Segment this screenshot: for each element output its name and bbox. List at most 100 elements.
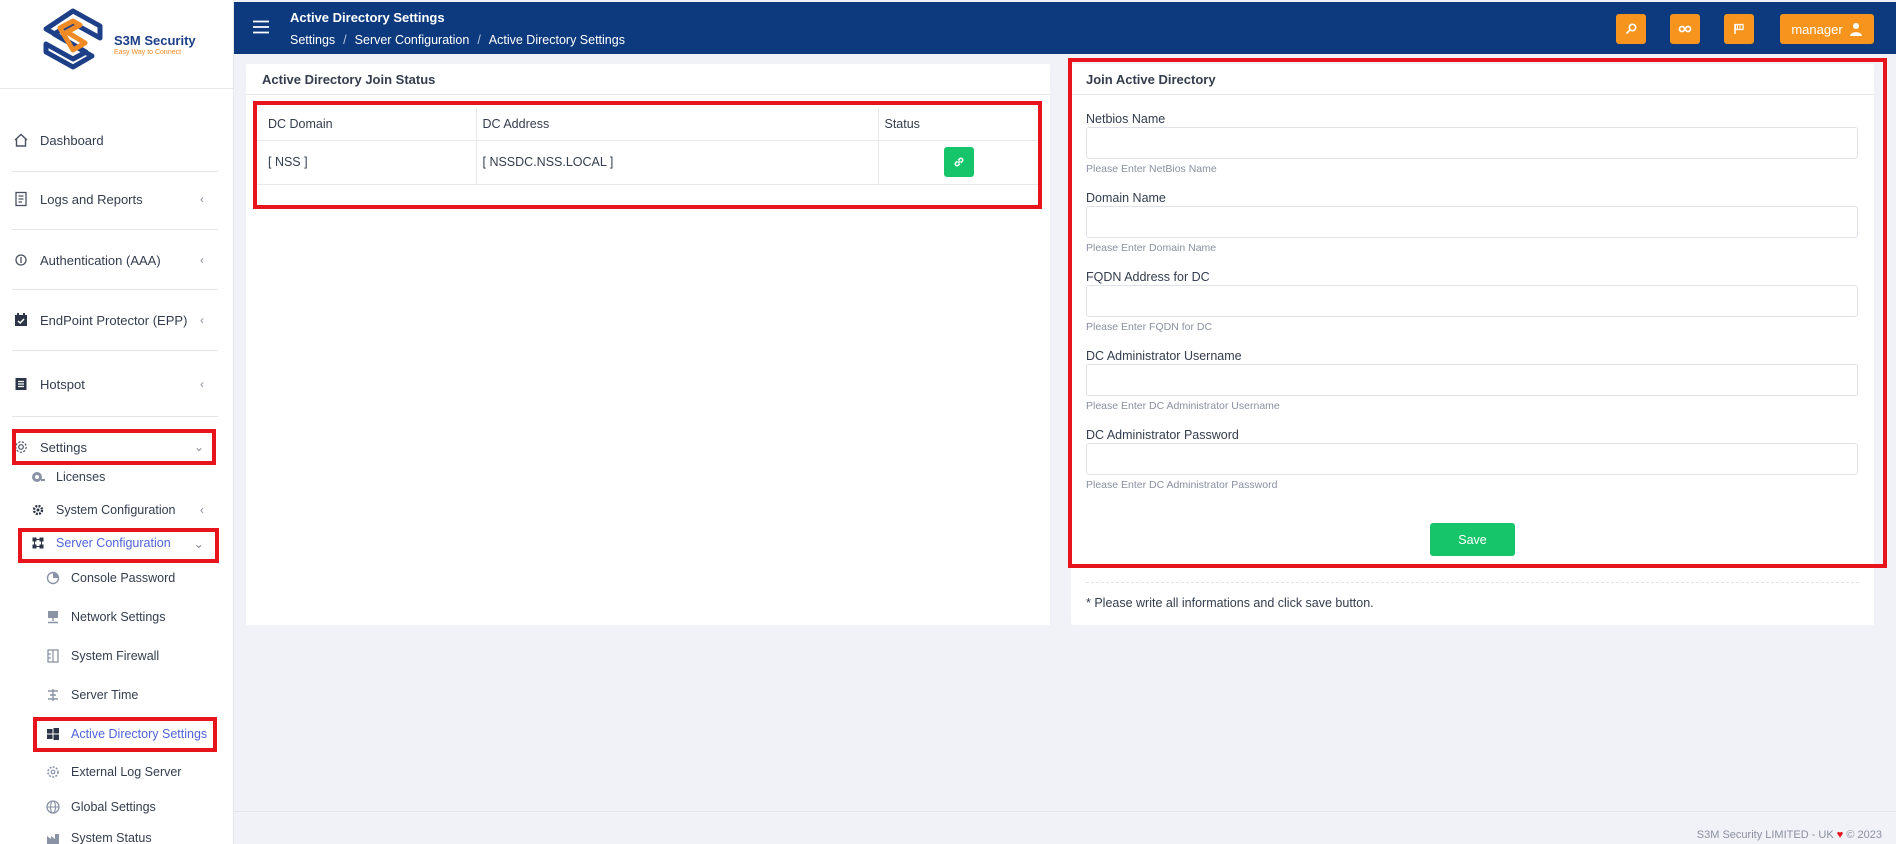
- infinity-icon: [1678, 25, 1692, 33]
- server-config-icon: [30, 535, 46, 551]
- breadcrumb: Settings / Server Configuration / Active…: [290, 33, 625, 47]
- page-title: Active Directory Settings: [290, 10, 445, 25]
- sidebar-item-network-settings[interactable]: Network Settings: [45, 609, 165, 625]
- search-button[interactable]: [1616, 14, 1646, 44]
- windows-icon: [45, 726, 61, 742]
- user-icon: [1849, 23, 1862, 36]
- username: manager: [1791, 21, 1843, 37]
- save-button[interactable]: Save: [1430, 523, 1515, 556]
- divider: [1071, 94, 1874, 95]
- sidebar-item-console-password[interactable]: Console Password: [45, 570, 175, 586]
- log-server-icon: [45, 764, 61, 780]
- netbios-name-input[interactable]: [1086, 127, 1858, 159]
- breadcrumb-separator: /: [343, 33, 347, 47]
- flag-icon: [1734, 23, 1744, 34]
- sidebar-item-label: Global Settings: [71, 800, 156, 814]
- user-menu-button[interactable]: manager: [1780, 14, 1874, 44]
- link-status-button[interactable]: [1670, 14, 1700, 44]
- chevron-left-icon: ‹: [200, 313, 204, 327]
- column-header: DC Domain: [256, 108, 477, 140]
- globe-icon: [45, 799, 61, 815]
- sidebar-item-label: Dashboard: [40, 132, 104, 148]
- sidebar-item-authentication[interactable]: Authentication (AAA) ‹: [12, 251, 218, 269]
- sidebar-item-label: Server Configuration: [56, 536, 171, 550]
- dc-admin-password-help: Please Enter DC Administrator Password: [1086, 479, 1278, 491]
- dc-admin-password-label: DC Administrator Password: [1086, 428, 1239, 442]
- license-icon: [30, 469, 46, 485]
- sidebar-item-label: System Firewall: [71, 649, 160, 663]
- fqdn-input[interactable]: [1086, 285, 1858, 317]
- divider: [12, 289, 218, 290]
- flag-button[interactable]: [1724, 14, 1754, 44]
- sidebar-item-logs-and-reports[interactable]: Logs and Reports ‹: [12, 190, 218, 208]
- chevron-left-icon: ‹: [200, 192, 204, 206]
- sidebar-item-system-status[interactable]: System Status: [45, 830, 152, 844]
- link-icon: [954, 157, 964, 167]
- sidebar-item-label: Settings: [40, 439, 87, 455]
- brand-name: S3M Security: [114, 32, 196, 48]
- dc-admin-password-input[interactable]: [1086, 443, 1858, 475]
- logo[interactable]: S3M Security Easy Way to Connect: [0, 0, 233, 89]
- sidebar-item-licenses[interactable]: Licenses: [30, 469, 105, 485]
- sidebar-item-server-time[interactable]: Server Time: [45, 687, 138, 703]
- top-header: Active Directory Settings Settings / Ser…: [234, 2, 1896, 54]
- chevron-down-icon: ⌄: [193, 440, 204, 454]
- system-config-icon: [30, 502, 46, 518]
- fqdn-help: Please Enter FQDN for DC: [1086, 321, 1213, 333]
- divider: [12, 350, 218, 351]
- netbios-name-help: Please Enter NetBios Name: [1086, 163, 1217, 175]
- chevron-left-icon: ‹: [200, 253, 204, 267]
- sidebar-item-endpoint-protector[interactable]: EndPoint Protector (EPP) ‹: [12, 311, 218, 329]
- join-status-card: Active Directory Join Status DC Domain D…: [246, 64, 1050, 625]
- calendar-check-icon: [12, 311, 30, 329]
- column-header: Status: [884, 116, 920, 131]
- table-row: [ NSS ] [ NSSDC.NSS.LOCAL ]: [256, 140, 1040, 184]
- sidebar-item-label: External Log Server: [71, 765, 182, 779]
- sidebar-item-server-configuration[interactable]: Server Configuration ⌄: [30, 535, 218, 551]
- column-header: DC Address: [476, 108, 879, 140]
- sidebar-item-label: System Configuration: [56, 503, 176, 517]
- search-icon: [1625, 23, 1637, 35]
- system-status-icon: [45, 830, 61, 844]
- sidebar-item-global-settings[interactable]: Global Settings: [45, 799, 156, 815]
- sidebar-item-label: Authentication (AAA): [40, 252, 161, 268]
- sidebar-item-system-firewall[interactable]: System Firewall: [45, 648, 159, 664]
- breadcrumb-separator: /: [477, 33, 481, 47]
- breadcrumb-item[interactable]: Server Configuration: [355, 33, 470, 47]
- dc-admin-username-help: Please Enter DC Administrator Username: [1086, 400, 1280, 412]
- sidebar-item-label: Logs and Reports: [40, 191, 143, 207]
- divider: [12, 229, 218, 230]
- join-status-title: Active Directory Join Status: [262, 72, 436, 87]
- heart-icon: ♥: [1836, 829, 1844, 841]
- form-note: * Please write all informations and clic…: [1086, 596, 1374, 610]
- sidebar-item-settings[interactable]: Settings ⌄: [12, 438, 218, 456]
- home-icon: [12, 131, 30, 149]
- hamburger-menu-icon[interactable]: [252, 20, 270, 39]
- join-status-button[interactable]: [944, 147, 975, 177]
- sidebar-item-active-directory-settings[interactable]: Active Directory Settings: [45, 726, 207, 742]
- dc-domain-cell: [ NSS ]: [256, 140, 477, 184]
- server-time-icon: [45, 687, 61, 703]
- sidebar-item-hotspot[interactable]: Hotspot ‹: [12, 375, 218, 393]
- domain-name-input[interactable]: [1086, 206, 1858, 238]
- dc-admin-username-input[interactable]: [1086, 364, 1858, 396]
- sidebar-item-label: Licenses: [56, 470, 106, 484]
- console-password-icon: [45, 570, 61, 586]
- sidebar-item-external-log-server[interactable]: External Log Server: [45, 764, 181, 780]
- sidebar-item-label: Console Password: [71, 571, 176, 585]
- status-cell: [878, 140, 1040, 184]
- sidebar-item-dashboard[interactable]: Dashboard: [12, 131, 218, 149]
- network-icon: [45, 609, 61, 625]
- auth-icon: [12, 251, 30, 269]
- footer-text: S3M Security LIMITED - UK ♥ © 2023: [1697, 829, 1882, 841]
- breadcrumb-item[interactable]: Settings: [290, 33, 335, 47]
- list-icon: [12, 375, 30, 393]
- chevron-left-icon: ‹: [199, 503, 204, 517]
- sidebar-item-system-configuration[interactable]: System Configuration ‹: [30, 502, 218, 518]
- sidebar-item-label: EndPoint Protector (EPP): [40, 312, 188, 328]
- dc-admin-username-label: DC Administrator Username: [1086, 349, 1242, 363]
- sidebar-item-label: System Status: [71, 831, 152, 844]
- breadcrumb-item: Active Directory Settings: [488, 33, 625, 47]
- sidebar-item-label: Server Time: [71, 688, 139, 702]
- s3m-logo-icon: [43, 8, 103, 70]
